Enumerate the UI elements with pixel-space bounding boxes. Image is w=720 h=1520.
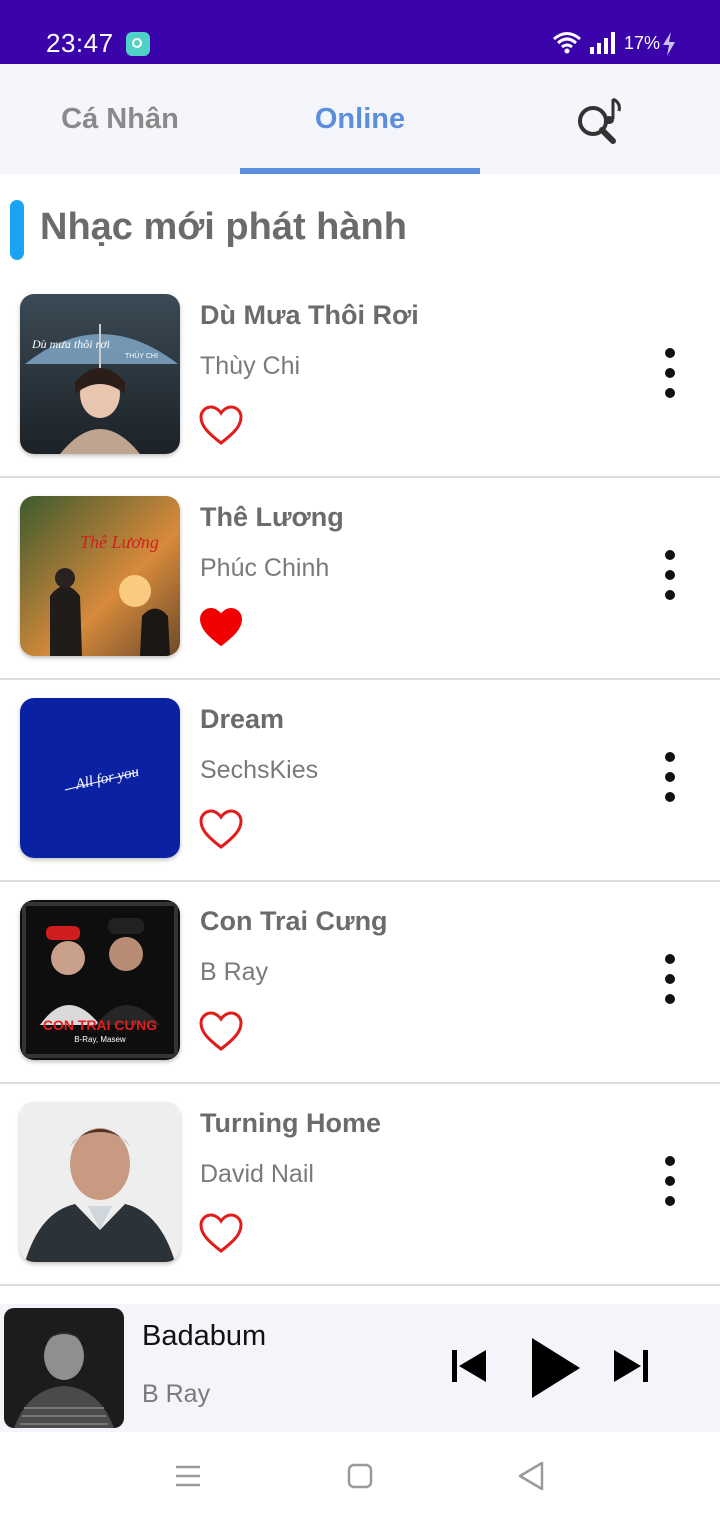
now-playing-cover [4,1308,124,1428]
song-artist: Phúc Chinh [200,554,330,582]
cover-text: Thê Lương [80,532,159,552]
song-artist: Thùy Chi [200,352,301,380]
cover-text: B-Ray, Masew [74,1035,126,1044]
cover-text: Dù mưa thôi rơi [31,337,110,351]
song-row[interactable]: Dù mưa thôi rơi THÙY CHI Dù Mưa Thôi Rơi… [0,276,720,478]
song-artist: B Ray [200,958,269,986]
recent-apps-icon[interactable] [174,1464,202,1488]
more-options-icon[interactable] [650,1156,690,1206]
heart-outline-icon[interactable] [198,1212,244,1254]
section-title: Nhạc mới phát hành [40,206,407,248]
song-title: Con Trai Cưng [200,906,388,936]
song-row[interactable]: Turning Home David Nail [0,1084,720,1286]
charging-icon [663,32,675,56]
music-search-icon [578,97,621,144]
wifi-icon [553,32,581,54]
now-playing-artist: B Ray [142,1380,211,1408]
song-artist: SechsKies [200,756,319,784]
tab-bar: Cá Nhân Online [0,64,720,174]
album-cover: All for you [20,698,180,858]
play-icon[interactable] [528,1336,582,1400]
song-list: Dù mưa thôi rơi THÙY CHI Dù Mưa Thôi Rơi… [0,276,720,1286]
song-title: Dù Mưa Thôi Rơi [200,300,419,330]
now-playing-title: Badabum [142,1320,267,1352]
more-options-icon[interactable] [650,954,690,1004]
song-row[interactable]: All for you Dream SechsKies [0,680,720,882]
heart-filled-icon[interactable] [198,606,244,648]
system-nav-bar [0,1432,720,1520]
cover-text: CON TRAI CƯNG [43,1017,157,1033]
more-options-icon[interactable] [650,752,690,802]
status-time: 23:47 [46,28,114,58]
song-title: Thê Lương [200,502,344,532]
song-title: Turning Home [200,1108,381,1138]
heart-outline-icon[interactable] [198,808,244,850]
status-bar: 23:47 17% [0,0,720,64]
app-notification-icon [126,32,150,56]
battery-level: 17% [624,33,661,53]
album-cover: Thê Lương [20,496,180,656]
previous-track-icon[interactable] [450,1348,488,1384]
album-cover [20,1102,180,1262]
album-cover: Dù mưa thôi rơi THÙY CHI [20,294,180,454]
section-marker [10,200,24,260]
home-icon[interactable] [346,1462,374,1490]
signal-icon [590,32,615,54]
more-options-icon[interactable] [650,550,690,600]
cover-text: THÙY CHI [125,351,158,360]
more-options-icon[interactable] [650,348,690,398]
active-tab-indicator [240,168,480,174]
song-title: Dream [200,704,285,734]
heart-outline-icon[interactable] [198,1010,244,1052]
tab-online[interactable]: Online [240,64,480,174]
song-artist: David Nail [200,1160,314,1188]
album-cover: CON TRAI CƯNG B-Ray, Masew [20,900,180,1060]
song-row[interactable]: Thê Lương Thê Lương Phúc Chinh [0,478,720,680]
heart-outline-icon[interactable] [198,404,244,446]
mini-player[interactable]: Badabum B Ray [0,1304,720,1432]
tab-search[interactable] [480,64,720,174]
tab-ca-nhan[interactable]: Cá Nhân [0,64,240,174]
song-row[interactable]: CON TRAI CƯNG B-Ray, Masew Con Trai Cưng… [0,882,720,1084]
next-track-icon[interactable] [612,1348,650,1384]
back-icon[interactable] [516,1460,546,1492]
